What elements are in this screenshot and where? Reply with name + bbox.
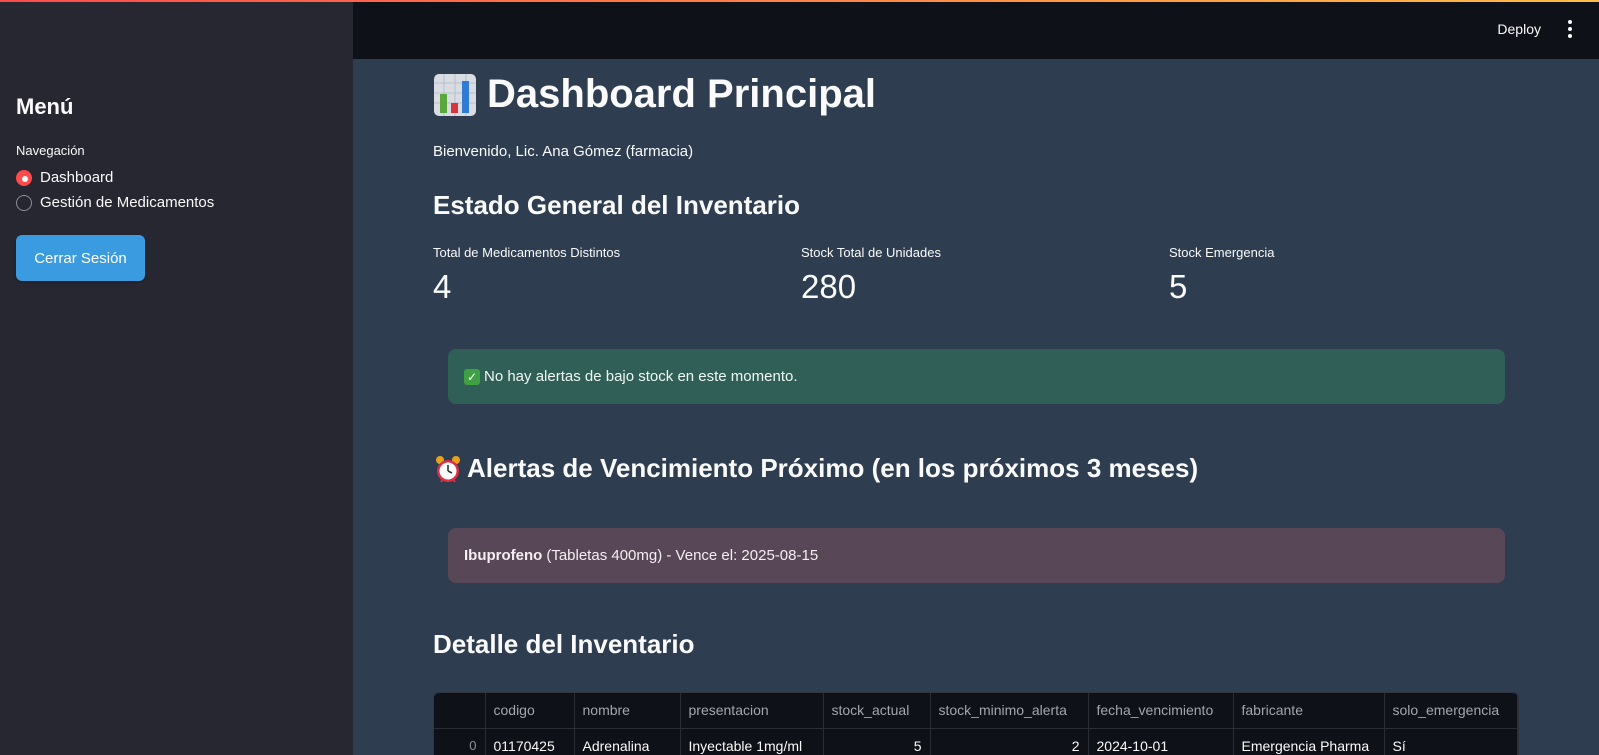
column-header[interactable]: stock_actual <box>823 693 931 729</box>
inventory-detail-heading: Detalle del Inventario <box>433 629 695 659</box>
top-header: Deploy <box>353 0 1599 59</box>
table-row: 0 01170425 Adrenalina Inyectable 1mg/ml … <box>434 728 1518 755</box>
index-header <box>434 693 486 729</box>
expiry-alert-name: Ibuprofeno <box>464 547 543 564</box>
page-title: Dashboard Principal <box>433 72 876 117</box>
alarm-clock-icon <box>436 455 460 483</box>
radio-selected-icon[interactable] <box>16 169 32 186</box>
metric-stock-total: Stock Total de Unidades 280 <box>801 245 941 306</box>
row-index: 0 <box>434 728 486 755</box>
nav-radio-dashboard[interactable]: Dashboard <box>16 169 113 186</box>
column-header[interactable]: fecha_vencimiento <box>1088 693 1234 729</box>
page-title-text: Dashboard Principal <box>487 72 876 116</box>
metric-stock-emergencia: Stock Emergencia 5 <box>1169 245 1275 306</box>
table-cell[interactable]: 01170425 <box>485 728 575 755</box>
metric-value: 4 <box>433 268 452 305</box>
logout-button[interactable]: Cerrar Sesión <box>16 235 145 281</box>
inventory-status-heading: Estado General del Inventario <box>433 190 800 220</box>
nav-radio-gestion-medicamentos[interactable]: Gestión de Medicamentos <box>16 194 214 211</box>
column-header[interactable]: solo_emergencia <box>1384 693 1518 729</box>
expiry-alert: Ibuprofeno (Tabletas 400mg) - Vence el: … <box>448 528 1505 583</box>
low-stock-success-alert: ✓ No hay alertas de bajo stock en este m… <box>448 349 1505 404</box>
deploy-button[interactable]: Deploy <box>1497 21 1541 37</box>
metric-value: 5 <box>1169 268 1188 305</box>
column-header[interactable]: nombre <box>574 693 681 729</box>
metric-label: Stock Emergencia <box>1169 245 1275 260</box>
metric-label: Stock Total de Unidades <box>801 245 941 260</box>
table-cell[interactable]: Inyectable 1mg/ml <box>680 728 824 755</box>
column-header[interactable]: fabricante <box>1233 693 1385 729</box>
metric-total-medicamentos: Total de Medicamentos Distintos 4 <box>433 245 620 306</box>
column-header[interactable]: codigo <box>485 693 575 729</box>
table-cell[interactable]: 5 <box>823 728 931 755</box>
nav-radio-label: Dashboard <box>40 169 114 186</box>
table-cell[interactable]: Emergencia Pharma <box>1233 728 1385 755</box>
column-header[interactable]: stock_minimo_alerta <box>930 693 1089 729</box>
table-cell[interactable]: Sí <box>1384 728 1518 755</box>
more-options-icon[interactable] <box>1563 19 1577 39</box>
table-cell[interactable]: 2 <box>930 728 1089 755</box>
main-content: Dashboard Principal Bienvenido, Lic. Ana… <box>353 59 1599 755</box>
metric-value: 280 <box>801 268 857 305</box>
navigation-label: Navegación <box>16 143 85 158</box>
expiry-alert-detail: (Tabletas 400mg) - Vence el: 2025-08-15 <box>546 547 819 564</box>
sidebar: Menú Navegación Dashboard Gestión de Med… <box>0 0 353 755</box>
expiry-heading-text: Alertas de Vencimiento Próximo (en los p… <box>467 453 1199 483</box>
top-accent-line <box>0 0 1599 2</box>
success-alert-text: No hay alertas de bajo stock en este mom… <box>484 368 798 385</box>
bar-chart-icon <box>434 73 476 116</box>
expiry-alerts-heading: Alertas de Vencimiento Próximo (en los p… <box>433 453 1198 484</box>
table-cell[interactable]: 2024-10-01 <box>1088 728 1234 755</box>
metric-label: Total de Medicamentos Distintos <box>433 245 621 260</box>
check-icon: ✓ <box>464 368 480 385</box>
radio-unselected-icon[interactable] <box>16 194 32 211</box>
nav-radio-label: Gestión de Medicamentos <box>40 194 215 211</box>
welcome-text: Bienvenido, Lic. Ana Gómez (farmacia) <box>433 143 694 160</box>
inventory-table[interactable]: codigo nombre presentacion stock_actual … <box>433 692 1519 755</box>
inventory-data-table: codigo nombre presentacion stock_actual … <box>434 693 1518 755</box>
column-header[interactable]: presentacion <box>680 693 824 729</box>
table-header-row: codigo nombre presentacion stock_actual … <box>434 693 1518 729</box>
sidebar-title: Menú <box>16 94 74 119</box>
table-cell[interactable]: Adrenalina <box>574 728 681 755</box>
